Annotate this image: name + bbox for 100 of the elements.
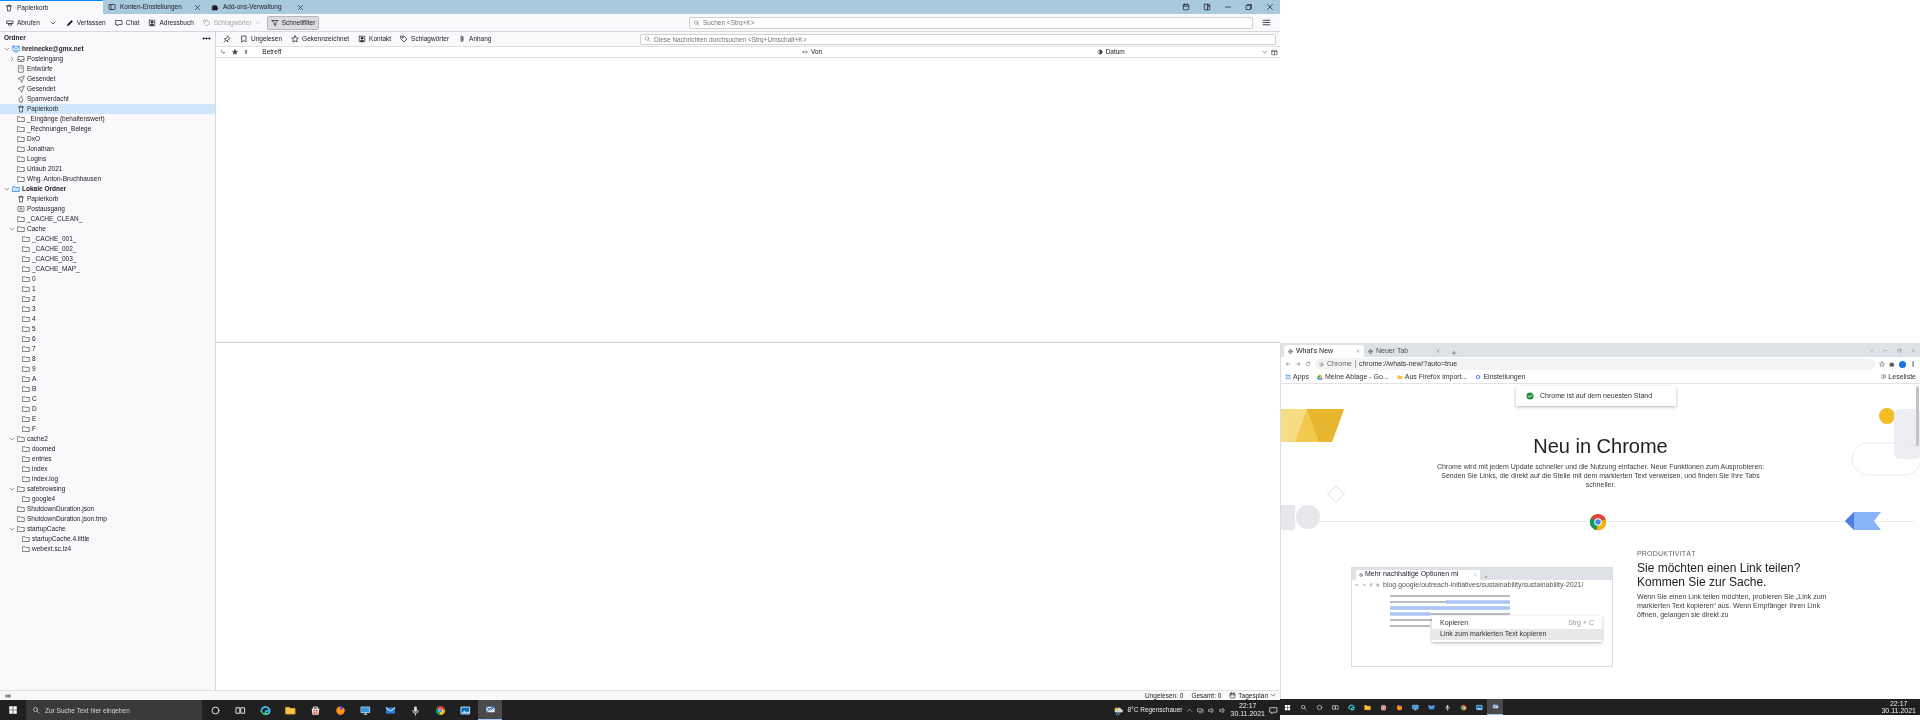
triangle-icon: [1316, 374, 1323, 380]
monitor-icon: [359, 704, 371, 716]
shopping-bag-icon: [309, 704, 321, 716]
globe-icon: [334, 704, 346, 716]
flame-icon: [17, 95, 25, 103]
pin-icon: [223, 35, 231, 43]
chevron-down-icon: [1262, 49, 1268, 55]
pill-outline-shape: [1851, 442, 1920, 476]
bookmark-icon: [240, 35, 248, 43]
chat-icon: [114, 18, 123, 27]
trash-icon: [17, 195, 25, 203]
globe-icon: [1359, 572, 1363, 577]
columns-icon: [1271, 48, 1278, 56]
minimize-icon: [1223, 3, 1232, 11]
star-icon: [291, 35, 300, 43]
reload-button[interactable]: [1305, 361, 1311, 367]
folder-icon: [1363, 703, 1371, 711]
folder-icon: [284, 704, 296, 716]
picture-frame-icon: [1475, 703, 1483, 711]
taskbar-button[interactable]: [1487, 699, 1503, 715]
arrows-icon: [802, 49, 808, 55]
taskbar-button[interactable]: [478, 700, 502, 720]
tag-icon: [202, 18, 211, 27]
tag-icon: [400, 35, 409, 43]
panel-icon: [1202, 3, 1211, 11]
section-heading: Sie möchten einen Link teilen? Kommen Sie zur Sache.: [1637, 561, 1802, 589]
folder-icon: [1396, 374, 1403, 380]
microphone-icon: [1443, 703, 1451, 711]
broadcast-icon: [4, 691, 12, 700]
check-icon: [1526, 392, 1534, 400]
envelope-monitor-icon: [12, 45, 20, 53]
restore-icon: [1896, 347, 1902, 353]
speaker-icon[interactable]: [1208, 706, 1216, 714]
reading-list-icon: [1881, 374, 1887, 380]
globe-icon: [1368, 348, 1373, 354]
microphone-icon: [409, 704, 421, 716]
chevron-down-icon: [1270, 692, 1276, 699]
tray-icon: [6, 18, 14, 27]
grid-icon: [1285, 374, 1291, 380]
shopping-bag-icon: [1379, 703, 1387, 711]
search-icon: [1299, 703, 1307, 711]
close-icon[interactable]: [297, 3, 304, 11]
contact-card-icon: [358, 35, 367, 43]
pencil-icon: [65, 18, 74, 27]
ring-icon: [1475, 374, 1482, 380]
speaker-icon[interactable]: [1219, 706, 1227, 714]
paperclip-icon: [243, 49, 250, 55]
trash-icon: [17, 105, 25, 113]
half-circle-icon: [1096, 49, 1103, 55]
circle-icon: [1315, 703, 1323, 711]
start-icon: [1284, 703, 1291, 711]
star-icon: [1879, 361, 1885, 367]
wave-icon: [259, 704, 271, 716]
page-heading: Neu in Chrome: [1533, 434, 1668, 458]
info-icon: [1319, 361, 1324, 367]
back-icon: [1285, 361, 1291, 367]
chevron-up-icon[interactable]: [1186, 706, 1194, 714]
circle-shape: [1879, 408, 1895, 424]
forward-icon: [1295, 361, 1301, 367]
plus-icon: [1451, 349, 1457, 356]
browser-logo-icon: [434, 704, 446, 716]
profile-avatar[interactable]: [1899, 360, 1906, 368]
network-icon[interactable]: [1197, 706, 1205, 714]
more-icon: [1910, 361, 1916, 367]
browser-logo-icon: [1459, 703, 1467, 711]
monitor-icon: [1411, 703, 1419, 711]
star-icon: [231, 49, 238, 55]
start-icon: [8, 705, 18, 715]
task-view-icon: [234, 704, 246, 716]
browser-logo-icon: [1587, 511, 1608, 532]
reload-icon: [1305, 361, 1311, 367]
weather-icon: [1113, 704, 1125, 716]
thread-icon: [219, 49, 226, 55]
globe-icon: [1288, 348, 1293, 354]
notification-icon[interactable]: [1269, 705, 1278, 715]
document-icon: [17, 65, 25, 73]
filter-icon: [270, 18, 279, 27]
close-icon[interactable]: [194, 3, 201, 11]
menu-icon: [1262, 18, 1271, 27]
restore-icon: [1244, 3, 1253, 11]
envelope-icon: [484, 704, 496, 715]
bookmark-star-button[interactable]: [1879, 361, 1885, 367]
picture-frame-icon: [459, 704, 471, 716]
minimize-icon: [1882, 347, 1888, 353]
reload-icon: [1369, 583, 1373, 588]
globe-icon: [1395, 703, 1403, 711]
close-icon: [1265, 3, 1274, 11]
paperclip-icon: [458, 35, 467, 43]
lock-icon: [1376, 583, 1380, 588]
arrow-shape-drawing: [1845, 512, 1881, 530]
wave-icon: [1347, 703, 1355, 711]
circle-icon: [209, 704, 221, 716]
chevron-down-icon: [1868, 347, 1874, 353]
menu-button[interactable]: [1910, 361, 1916, 367]
task-view-icon: [1331, 703, 1339, 711]
envelope-icon: [1427, 703, 1435, 711]
contact-card-icon: [148, 18, 157, 27]
scrollbar-thumb[interactable]: [1916, 386, 1919, 446]
extensions-button[interactable]: [1889, 361, 1895, 367]
caret-icon: [254, 19, 261, 26]
